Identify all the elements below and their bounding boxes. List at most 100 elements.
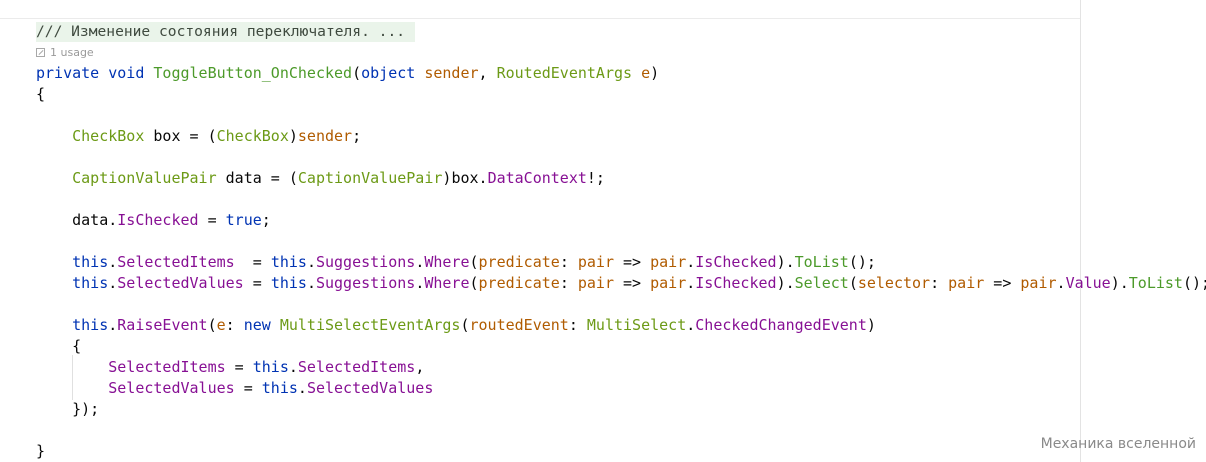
punct: ).	[776, 253, 795, 271]
code-line-initializer-close[interactable]: });	[36, 399, 99, 419]
punct: .	[108, 274, 118, 292]
punct: .	[478, 169, 488, 187]
method-raise-event[interactable]: RaiseEvent	[117, 316, 207, 334]
property-is-checked[interactable]: IsChecked	[695, 274, 776, 292]
code-line-selected-items[interactable]: this.SelectedItems = this.Suggestions.Wh…	[36, 252, 876, 272]
lambda-param-pair[interactable]: pair	[578, 274, 614, 292]
punct: .	[686, 274, 696, 292]
punct: =	[225, 358, 253, 376]
method-to-list[interactable]: ToList	[795, 253, 849, 271]
keyword-true: true	[225, 211, 262, 229]
local-data[interactable]: data	[72, 211, 108, 229]
field-checked-changed-event[interactable]: CheckedChangedEvent	[695, 316, 867, 334]
punct: .	[686, 253, 696, 271]
punct: =>	[984, 274, 1021, 292]
property-value[interactable]: Value	[1066, 274, 1111, 292]
punct: .	[297, 379, 307, 397]
punct: ;	[352, 127, 362, 145]
keyword-this: this	[72, 274, 109, 292]
type-checkbox[interactable]: CheckBox	[72, 127, 144, 145]
punct: (	[460, 316, 470, 334]
code-line-checkbox-cast[interactable]: CheckBox box = (CheckBox)sender;	[36, 126, 361, 146]
keyword-this: this	[270, 253, 307, 271]
punct: :	[568, 316, 587, 334]
param-e[interactable]: e	[641, 64, 650, 82]
punct: .	[415, 253, 425, 271]
lambda-param-pair[interactable]: pair	[578, 253, 614, 271]
method-where[interactable]: Where	[424, 253, 469, 271]
punct: :	[225, 316, 244, 334]
punct: .	[288, 358, 298, 376]
property-selected-values[interactable]: SelectedValues	[108, 379, 234, 397]
punct: (	[469, 253, 479, 271]
code-line-method-signature[interactable]: private void ToggleButton_OnChecked(obje…	[36, 63, 659, 83]
keyword-private: private	[36, 64, 100, 82]
punct: = (	[261, 169, 298, 187]
code-line-is-checked[interactable]: data.IsChecked = true;	[36, 210, 271, 230]
punct: :	[559, 253, 578, 271]
punct: !;	[586, 169, 605, 187]
code-line-selected-values[interactable]: this.SelectedValues = this.Suggestions.W…	[36, 273, 1206, 293]
code-line-open-brace[interactable]: {	[36, 84, 45, 104]
local-box[interactable]: box	[451, 169, 478, 187]
type-multi-select-event-args[interactable]: MultiSelectEventArgs	[280, 316, 461, 334]
collapsed-doc-comment[interactable]: /// Изменение состояния переключателя. .…	[36, 22, 416, 42]
punct: ();	[848, 253, 876, 271]
punct: .	[415, 274, 425, 292]
type-caption-value-pair[interactable]: CaptionValuePair	[72, 169, 217, 187]
punct: ,	[478, 64, 497, 82]
keyword-this: this	[72, 253, 109, 271]
param-sender[interactable]: sender	[424, 64, 478, 82]
property-is-checked[interactable]: IsChecked	[695, 253, 776, 271]
punct: )	[866, 316, 876, 334]
keyword-object: object	[361, 64, 416, 82]
lambda-param-pair[interactable]: pair	[1020, 274, 1056, 292]
local-box[interactable]: box	[153, 127, 180, 145]
type-routed-event-args[interactable]: RoutedEventArgs	[497, 64, 632, 82]
code-line-init-selected-items[interactable]: SelectedItems = this.SelectedItems,	[36, 357, 424, 377]
property-selected-items[interactable]: SelectedItems	[117, 253, 234, 271]
code-line-init-selected-values[interactable]: SelectedValues = this.SelectedValues	[36, 378, 433, 398]
property-selected-items[interactable]: SelectedItems	[108, 358, 225, 376]
property-data-context[interactable]: DataContext	[488, 169, 587, 187]
param-name-hint: routedEvent	[469, 316, 569, 334]
punct: .	[1056, 274, 1066, 292]
property-suggestions[interactable]: Suggestions	[316, 274, 415, 292]
type-checkbox[interactable]: CheckBox	[217, 127, 289, 145]
punct: ;	[261, 211, 271, 229]
property-is-checked[interactable]: IsChecked	[117, 211, 198, 229]
code-line-raise-event[interactable]: this.RaiseEvent(e: new MultiSelectEventA…	[36, 315, 876, 335]
punct: = (	[180, 127, 217, 145]
method-select[interactable]: Select	[795, 274, 849, 292]
code-line-initializer-open[interactable]: {	[36, 336, 81, 356]
code-line-close-brace[interactable]: }	[36, 441, 45, 461]
punct: :	[930, 274, 949, 292]
property-selected-values[interactable]: SelectedValues	[307, 379, 433, 397]
param-name-hint: predicate	[478, 274, 560, 292]
punct: =>	[614, 274, 651, 292]
external-link-icon	[36, 48, 45, 57]
lambda-param-pair[interactable]: pair	[948, 274, 984, 292]
keyword-this: this	[261, 379, 298, 397]
type-caption-value-pair[interactable]: CaptionValuePair	[298, 169, 443, 187]
keyword-this: this	[270, 274, 307, 292]
property-selected-values[interactable]: SelectedValues	[117, 274, 243, 292]
method-to-list[interactable]: ToList	[1129, 274, 1183, 292]
watermark-text: Механика вселенной	[1040, 436, 1196, 452]
punct: .	[306, 274, 316, 292]
lambda-param-pair[interactable]: pair	[650, 253, 686, 271]
method-name[interactable]: ToggleButton_OnChecked	[153, 64, 352, 82]
code-editor[interactable]: /// Изменение состояния переключателя. .…	[0, 0, 1206, 462]
lambda-param-pair[interactable]: pair	[650, 274, 686, 292]
local-data[interactable]: data	[226, 169, 262, 187]
punct: .	[108, 211, 118, 229]
param-sender[interactable]: sender	[298, 127, 352, 145]
punct: =	[243, 274, 271, 292]
property-suggestions[interactable]: Suggestions	[316, 253, 415, 271]
type-multi-select[interactable]: MultiSelect	[587, 316, 686, 334]
usage-inlay-hint[interactable]: 1 usage	[36, 45, 94, 61]
code-line-data-cast[interactable]: CaptionValuePair data = (CaptionValuePai…	[36, 168, 605, 188]
method-where[interactable]: Where	[424, 274, 469, 292]
punct: });	[72, 400, 100, 418]
property-selected-items[interactable]: SelectedItems	[298, 358, 415, 376]
